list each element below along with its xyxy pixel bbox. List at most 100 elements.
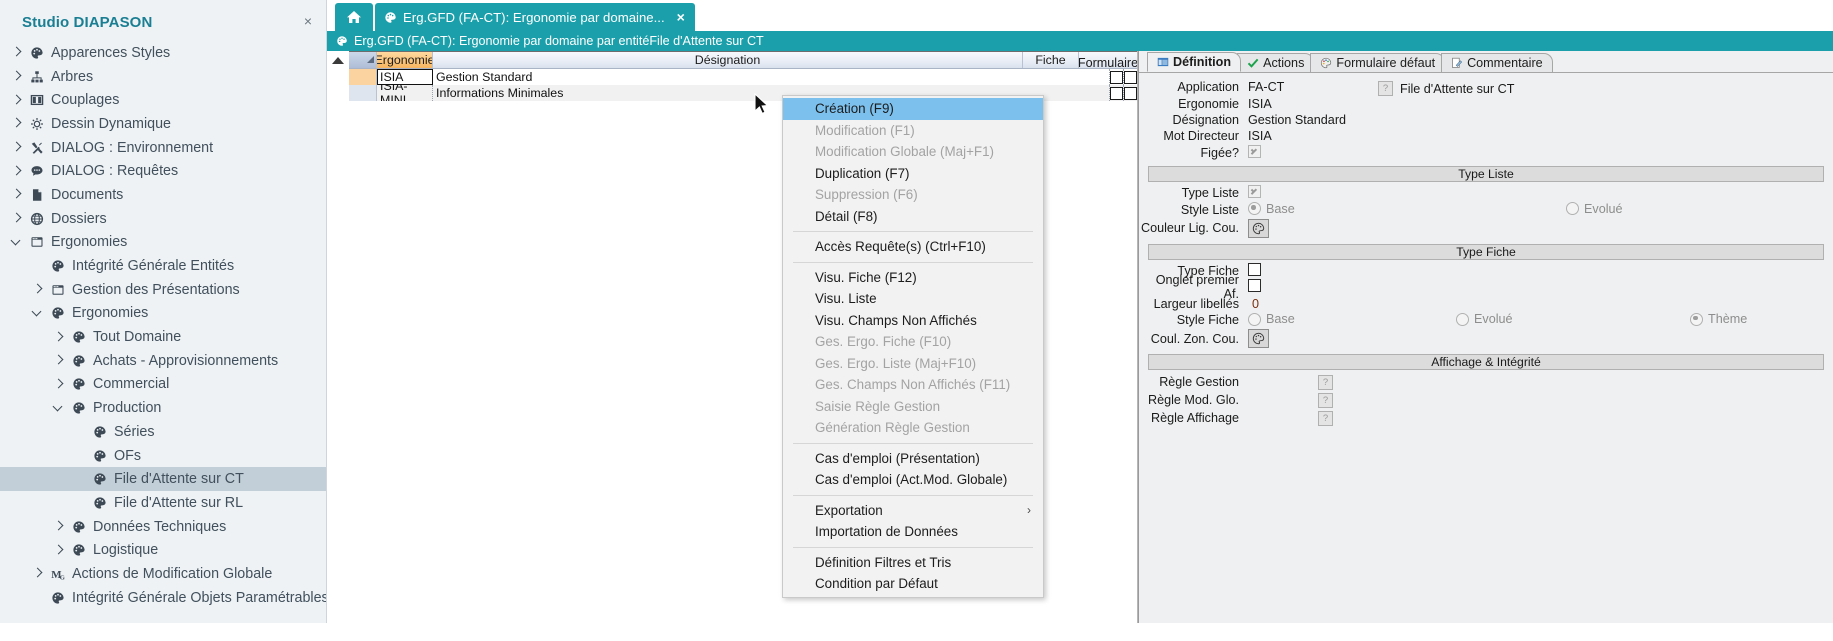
tab-erg-gfd[interactable]: Erg.GFD (FA-CT): Ergonomie par domaine..…	[375, 3, 695, 31]
sidebar-item-apparences-styles[interactable]: Apparences Styles	[0, 41, 326, 65]
grid-col-ergonomie[interactable]: Ergonomie	[377, 52, 433, 68]
sidebar-item-commercial[interactable]: Commercial	[0, 373, 326, 397]
sidebar-item-s-ries[interactable]: Séries	[0, 420, 326, 444]
sidebar-item-achats-approvisionnements[interactable]: Achats - Approvisionnements	[0, 349, 326, 373]
sidebar-item-couplages[interactable]: Couplages	[0, 88, 326, 112]
checkbox-type-liste[interactable]	[1248, 185, 1261, 198]
menu-item-duplication-f7[interactable]: Duplication (F7)	[783, 163, 1043, 185]
tab-close-icon[interactable]: ×	[677, 9, 685, 25]
chevron-right-icon[interactable]	[12, 190, 21, 199]
sidebar-item-ergonomies[interactable]: Ergonomies	[0, 231, 326, 255]
color-picker-button-liste[interactable]	[1248, 219, 1269, 238]
checkbox-type-fiche[interactable]	[1248, 263, 1261, 276]
sidebar-item-logistique[interactable]: Logistique	[0, 538, 326, 562]
menu-item-cr-ation-f9[interactable]: Création (F9)	[783, 98, 1043, 120]
scroll-up-icon[interactable]	[332, 57, 344, 64]
chevron-right-icon[interactable]	[54, 522, 63, 531]
radio-style-fiche-evolue[interactable]: Evolué	[1456, 312, 1513, 326]
sidebar-item-dialog-environnement[interactable]: DIALOG : Environnement	[0, 136, 326, 160]
sidebar-item-gestion-des-pr-sentations[interactable]: Gestion des Présentations	[0, 278, 326, 302]
checkbox-figee[interactable]	[1248, 145, 1261, 158]
chevron-right-icon[interactable]	[12, 143, 21, 152]
grid-scroll-up[interactable]	[327, 51, 349, 623]
sidebar-item-production[interactable]: Production	[0, 396, 326, 420]
context-menu[interactable]: Création (F9)Modification (F1)Modificati…	[782, 95, 1044, 598]
menu-item-importation-de-donn-es[interactable]: Importation de Données	[783, 521, 1043, 543]
help-button-application[interactable]: ?	[1378, 81, 1393, 96]
chevron-down-icon[interactable]	[54, 404, 63, 413]
home-button[interactable]	[335, 3, 373, 31]
sidebar-item-documents[interactable]: Documents	[0, 183, 326, 207]
chevron-right-icon[interactable]	[33, 285, 42, 294]
checkbox-onglet-premier[interactable]	[1248, 279, 1261, 292]
cell-designation[interactable]: Gestion Standard	[433, 69, 1110, 85]
chevron-right-icon[interactable]	[12, 214, 21, 223]
cell-fiche-checkbox[interactable]	[1110, 85, 1124, 101]
chevron-down-icon[interactable]	[12, 238, 21, 247]
tab-actions[interactable]: Actions	[1237, 53, 1314, 72]
radio-style-liste-evolue[interactable]: Evolué	[1566, 202, 1623, 216]
sidebar-item-int-grit-g-n-rale-objets-param-trables[interactable]: Intégrité Générale Objets Paramétrables	[0, 586, 326, 610]
chevron-right-icon[interactable]	[54, 546, 63, 555]
grid-col-fiche[interactable]: Fiche	[1023, 52, 1079, 68]
sidebar-item-ofs[interactable]: OFs	[0, 444, 326, 468]
chevron-right-icon[interactable]	[12, 96, 21, 105]
tab-formulaire-d-faut[interactable]: Formulaire défaut	[1310, 53, 1445, 72]
sidebar-item-file-d-attente-sur-rl[interactable]: File d'Attente sur RL	[0, 491, 326, 515]
field-value-largeur[interactable]: 0	[1248, 297, 1833, 311]
chevron-down-icon[interactable]	[33, 309, 42, 318]
help-button-regle-affichage[interactable]: ?	[1318, 411, 1333, 426]
chevron-right-icon[interactable]	[54, 380, 63, 389]
table-row[interactable]: ISIA Gestion Standard	[349, 69, 1137, 85]
menu-item-visu-liste[interactable]: Visu. Liste	[783, 288, 1043, 310]
menu-item-acc-s-requ-te-s-ctrl-f10[interactable]: Accès Requête(s) (Ctrl+F10)	[783, 236, 1043, 258]
chevron-right-icon[interactable]	[33, 569, 42, 578]
grid-col-formulaire[interactable]: Formulaire	[1079, 52, 1137, 68]
checkbox-fiche[interactable]	[1110, 71, 1123, 84]
tab-commentaire[interactable]: Commentaire	[1441, 53, 1553, 72]
sidebar-item-arbres[interactable]: Arbres	[0, 65, 326, 89]
sidebar-item-dossiers[interactable]: Dossiers	[0, 207, 326, 231]
menu-item-cas-d-emploi-pr-sentation[interactable]: Cas d'emploi (Présentation)	[783, 448, 1043, 470]
radio-style-fiche-base[interactable]: Base	[1248, 312, 1295, 326]
grid-select-all-corner[interactable]	[349, 52, 377, 68]
sidebar-item-int-grit-g-n-rale-entit-s[interactable]: Intégrité Générale Entités	[0, 254, 326, 278]
cell-fiche-checkbox[interactable]	[1110, 69, 1124, 85]
menu-item-condition-par-d-faut[interactable]: Condition par Défaut	[783, 573, 1043, 595]
sidebar-item-donn-es-techniques[interactable]: Données Techniques	[0, 515, 326, 539]
sidebar-item-dialog-requ-tes[interactable]: DIALOG : Requêtes	[0, 159, 326, 183]
help-button-regle-gestion[interactable]: ?	[1318, 375, 1333, 390]
tab-d-finition[interactable]: Définition	[1147, 52, 1241, 72]
checkbox-formulaire[interactable]	[1124, 71, 1137, 84]
row-handle[interactable]	[349, 85, 377, 101]
sidebar-item-actions-de-modification-globale[interactable]: MGActions de Modification Globale	[0, 562, 326, 586]
menu-item-visu-champs-non-affich-s[interactable]: Visu. Champs Non Affichés	[783, 310, 1043, 332]
chevron-right-icon[interactable]	[12, 48, 21, 57]
cell-ergonomie[interactable]: ISIA-MINI	[377, 85, 433, 101]
menu-item-d-tail-f8[interactable]: Détail (F8)	[783, 206, 1043, 228]
chevron-right-icon[interactable]	[12, 119, 21, 128]
cell-formulaire-checkbox[interactable]	[1124, 85, 1137, 101]
radio-style-liste-base[interactable]: Base	[1248, 202, 1295, 216]
help-button-regle-mod-glo[interactable]: ?	[1318, 393, 1333, 408]
cell-ergonomie[interactable]: ISIA	[377, 69, 433, 85]
chevron-right-icon[interactable]	[54, 333, 63, 342]
checkbox-fiche[interactable]	[1110, 87, 1123, 100]
cell-formulaire-checkbox[interactable]	[1124, 69, 1137, 85]
color-picker-button-fiche[interactable]	[1248, 329, 1269, 348]
chevron-right-icon[interactable]	[12, 72, 21, 81]
sidebar-close-icon[interactable]: ×	[304, 13, 312, 29]
checkbox-formulaire[interactable]	[1124, 87, 1137, 100]
sidebar-item-file-d-attente-sur-ct[interactable]: File d'Attente sur CT	[0, 467, 326, 491]
menu-item-exportation[interactable]: Exportation›	[783, 500, 1043, 522]
menu-item-visu-fiche-f12[interactable]: Visu. Fiche (F12)	[783, 267, 1043, 289]
sidebar-item-ergonomies[interactable]: Ergonomies	[0, 302, 326, 326]
row-handle[interactable]	[349, 69, 377, 85]
menu-item-cas-d-emploi-act-mod-globale[interactable]: Cas d'emploi (Act.Mod. Globale)	[783, 469, 1043, 491]
chevron-right-icon[interactable]	[54, 356, 63, 365]
grid-col-designation[interactable]: Désignation	[433, 52, 1023, 68]
sidebar-item-dessin-dynamique[interactable]: Dessin Dynamique	[0, 112, 326, 136]
radio-style-fiche-theme[interactable]: Thème	[1690, 312, 1747, 326]
menu-item-d-finition-filtres-et-tris[interactable]: Définition Filtres et Tris	[783, 552, 1043, 574]
sidebar-item-tout-domaine[interactable]: Tout Domaine	[0, 325, 326, 349]
